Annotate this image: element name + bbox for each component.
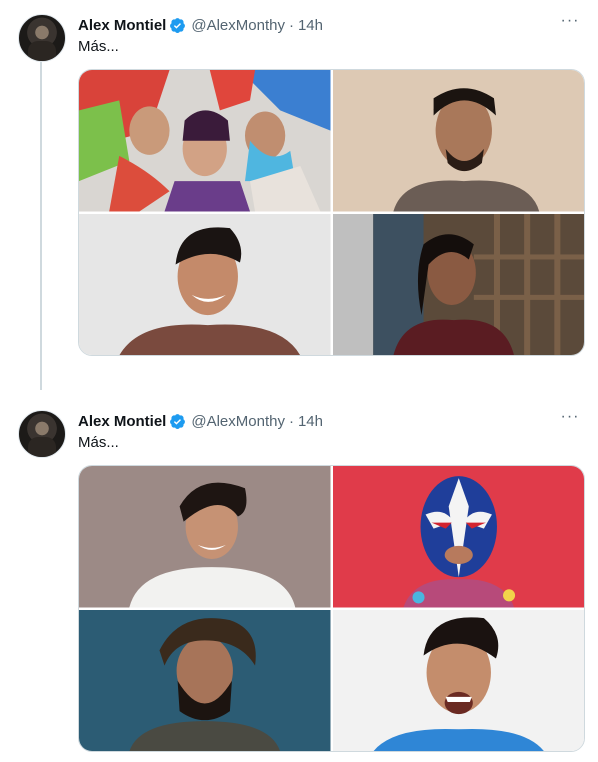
- photo-bearded-man[interactable]: [79, 609, 331, 751]
- tweet-text: Más...: [78, 434, 119, 451]
- separator: ·: [288, 412, 294, 430]
- photo-group[interactable]: [79, 70, 331, 212]
- separator: ·: [288, 16, 294, 34]
- media-grid: [78, 69, 585, 356]
- photo-laughing-man[interactable]: [332, 609, 584, 751]
- tweet-header: Alex Montiel @AlexMonthy · 14h: [78, 410, 323, 432]
- handle[interactable]: @AlexMonthy: [191, 17, 285, 34]
- tweet-header: Alex Montiel @AlexMonthy · 14h: [78, 14, 323, 36]
- tweet-text: Más...: [78, 38, 119, 55]
- photo-young-man-white-shirt[interactable]: [79, 466, 331, 608]
- more-options-icon[interactable]: ···: [558, 12, 582, 32]
- display-name[interactable]: Alex Montiel: [78, 17, 166, 34]
- more-options-icon[interactable]: ···: [558, 408, 582, 428]
- display-name[interactable]: Alex Montiel: [78, 413, 166, 430]
- photo-smiling-man[interactable]: [79, 213, 331, 355]
- avatar[interactable]: [18, 14, 66, 62]
- verified-badge-icon: [170, 413, 186, 429]
- timestamp[interactable]: 14h: [298, 413, 323, 430]
- timestamp[interactable]: 14h: [298, 17, 323, 34]
- thread-line: [40, 60, 42, 390]
- avatar[interactable]: [18, 410, 66, 458]
- photo-man-portrait[interactable]: [332, 70, 584, 212]
- media-grid: [78, 465, 585, 752]
- verified-badge-icon: [170, 17, 186, 33]
- photo-long-haired-man[interactable]: [332, 213, 584, 355]
- photo-luchador-mask[interactable]: [332, 466, 584, 608]
- handle[interactable]: @AlexMonthy: [191, 413, 285, 430]
